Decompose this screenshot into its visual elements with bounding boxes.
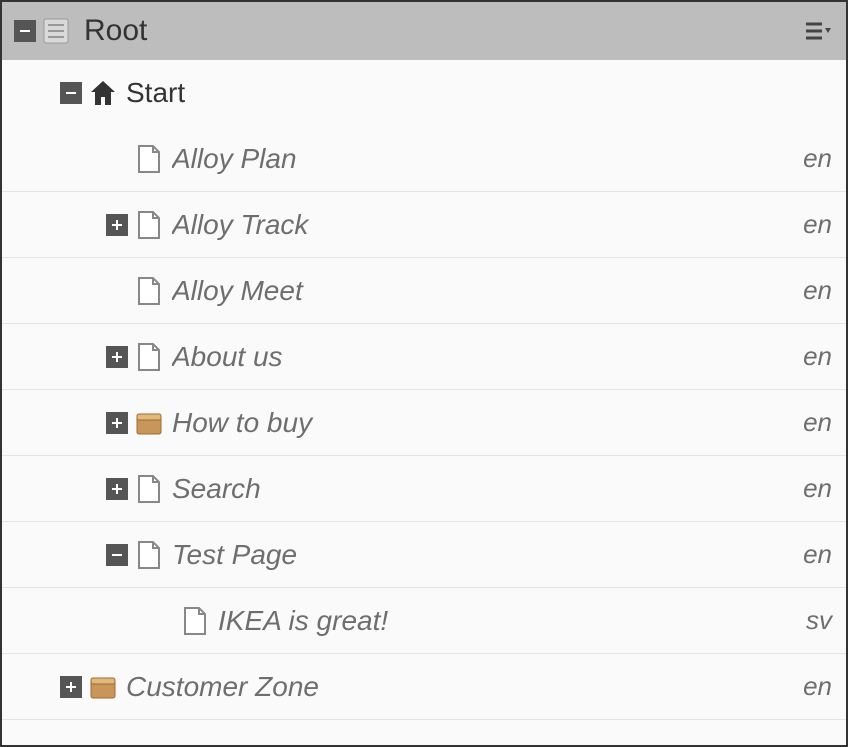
node-label[interactable]: About us <box>172 341 793 373</box>
expand-toggle[interactable] <box>106 214 128 236</box>
expand-toggle[interactable] <box>106 478 128 500</box>
toggle-placeholder <box>106 280 128 302</box>
node-label[interactable]: Alloy Plan <box>172 143 793 175</box>
language-badge: en <box>803 539 832 570</box>
node-label[interactable]: Test Page <box>172 539 793 571</box>
tree-node-alloy-plan[interactable]: Alloy Plan en <box>2 126 846 192</box>
node-label[interactable]: How to buy <box>172 407 793 439</box>
expand-toggle[interactable] <box>60 676 82 698</box>
root-title[interactable]: Root <box>84 14 802 48</box>
language-badge: en <box>803 275 832 306</box>
menu-dropdown-icon <box>804 20 832 42</box>
collapse-toggle[interactable] <box>106 544 128 566</box>
expand-toggle[interactable] <box>106 346 128 368</box>
folder-icon <box>88 672 118 702</box>
node-label[interactable]: IKEA is great! <box>218 605 796 637</box>
language-badge: en <box>803 209 832 240</box>
home-icon <box>88 78 118 108</box>
page-icon <box>134 144 164 174</box>
tree-node-start[interactable]: Start <box>2 60 846 126</box>
node-label[interactable]: Alloy Track <box>172 209 793 241</box>
plus-icon <box>64 680 78 694</box>
node-label[interactable]: Search <box>172 473 793 505</box>
page-icon <box>134 276 164 306</box>
minus-icon <box>64 86 78 100</box>
toggle-placeholder <box>152 610 174 632</box>
node-label[interactable]: Customer Zone <box>126 671 793 703</box>
page-tree-panel: Root Start <box>0 0 848 747</box>
plus-icon <box>110 416 124 430</box>
tree-node-about-us[interactable]: About us en <box>2 324 846 390</box>
tree-node-alloy-meet[interactable]: Alloy Meet en <box>2 258 846 324</box>
language-badge: en <box>803 407 832 438</box>
language-badge: sv <box>806 605 832 636</box>
toggle-placeholder <box>106 148 128 170</box>
tree-node-ikea[interactable]: IKEA is great! sv <box>2 588 846 654</box>
root-icon <box>42 17 70 45</box>
language-badge: en <box>803 473 832 504</box>
expand-toggle[interactable] <box>106 412 128 434</box>
tree-node-how-to-buy[interactable]: How to buy en <box>2 390 846 456</box>
folder-icon <box>134 408 164 438</box>
language-badge: en <box>803 143 832 174</box>
node-label[interactable]: Start <box>126 77 832 109</box>
tree-node-customer-zone[interactable]: Customer Zone en <box>2 654 846 720</box>
node-label[interactable]: Alloy Meet <box>172 275 793 307</box>
minus-icon <box>110 548 124 562</box>
page-icon <box>134 474 164 504</box>
tree-body: Start Alloy Plan en <box>2 60 846 745</box>
tree-header: Root <box>2 2 846 60</box>
page-icon <box>134 210 164 240</box>
language-badge: en <box>803 671 832 702</box>
plus-icon <box>110 218 124 232</box>
page-icon <box>134 540 164 570</box>
language-badge: en <box>803 341 832 372</box>
collapse-toggle[interactable] <box>14 20 36 42</box>
collapse-toggle[interactable] <box>60 82 82 104</box>
tree-node-test-page[interactable]: Test Page en <box>2 522 846 588</box>
plus-icon <box>110 350 124 364</box>
tree-options-button[interactable] <box>802 17 834 45</box>
minus-icon <box>18 24 32 38</box>
page-icon <box>134 342 164 372</box>
plus-icon <box>110 482 124 496</box>
tree-node-search[interactable]: Search en <box>2 456 846 522</box>
tree-node-alloy-track[interactable]: Alloy Track en <box>2 192 846 258</box>
page-icon <box>180 606 210 636</box>
